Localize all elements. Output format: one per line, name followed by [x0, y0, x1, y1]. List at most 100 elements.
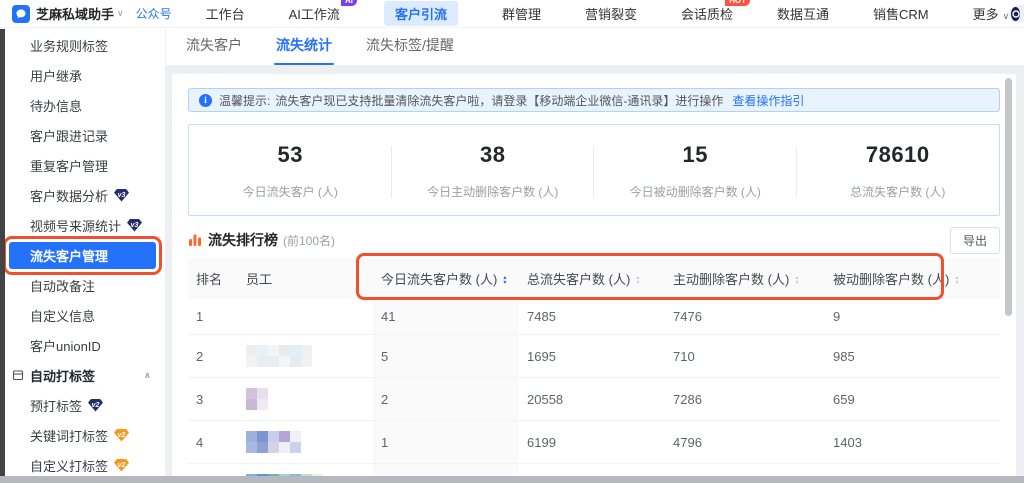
tab-churn-tags-reminder[interactable]: 流失标签/提醒 — [366, 35, 454, 65]
sidebar-item-pre-tagging[interactable]: 预打标签 v2 — [0, 390, 165, 420]
cell-passive-delete: 985 — [825, 334, 1000, 378]
sidebar-item-todo-info[interactable]: 待办信息 — [0, 90, 165, 120]
sidebar-item-follow-up-records[interactable]: 客户跟进记录 — [0, 120, 165, 150]
sidebar-item-business-rule-tags[interactable]: 业务规则标签 — [0, 30, 165, 60]
stat-value: 53 — [277, 142, 303, 167]
nav-item-ai-workflow[interactable]: AI工作流 AI — [289, 0, 357, 23]
ai-badge: AI — [340, 0, 357, 6]
col-rank: 排名 — [188, 258, 238, 299]
cell-total: 6199 — [519, 420, 665, 464]
censored-employee-avatar — [246, 431, 365, 453]
brand-caret-icon[interactable]: ∨ — [117, 8, 124, 19]
brand-logo-icon — [12, 4, 30, 23]
sidebar-item-user-inherit[interactable]: 用户继承 — [0, 60, 165, 90]
table-row: 2 5 1695 710 985 — [188, 334, 1000, 378]
cell-rank: 2 — [188, 334, 238, 378]
col-label: 被动删除客户数 (人) — [833, 272, 950, 287]
sidebar-item-keyword-tagging[interactable]: 关键词打标签 v2 — [0, 420, 165, 450]
sidebar-item-customer-data-analysis[interactable]: 客户数据分析 v3 — [0, 180, 165, 210]
ranking-header: 流失排行榜 (前100名) 导出 — [188, 226, 1000, 254]
cell-employee — [238, 377, 373, 421]
nav-label: 更多 — [972, 7, 999, 22]
stat-label: 今日被动删除客户数 (人) — [629, 185, 761, 199]
sort-icon[interactable]: ▲ ▼ — [954, 275, 960, 286]
sidebar-item-duplicate-customer[interactable]: 重复客户管理 — [0, 150, 165, 180]
body-layout: 业务规则标签 用户继承 待办信息 客户跟进记录 重复客户管理 客户数据分析 v3 … — [0, 28, 1024, 483]
sort-icon[interactable]: ▲ ▼ — [794, 275, 800, 286]
top-navbar: 芝麻私域助手 ∨ 公众号 工作台 AI工作流 AI 客户引流 群管理 营销裂变 会… — [0, 0, 1024, 28]
nav-item-chat-inspection[interactable]: 会话质检 HOT — [681, 0, 750, 23]
banner-guide-link[interactable]: 查看操作指引 — [732, 92, 804, 109]
censored-employee-avatar — [246, 345, 365, 367]
nav-item-more[interactable]: 更多 ∨ — [973, 4, 1010, 23]
cell-passive-delete: 9 — [825, 299, 1000, 335]
cell-active-delete: 710 — [665, 334, 825, 378]
nav-item-marketing-fission[interactable]: 营销裂变 — [585, 4, 637, 23]
stats-summary: 53 今日流失客户 (人) 38 今日主动删除客户数 (人) 15 今日被动删除… — [188, 124, 1000, 216]
cell-today: 2 — [373, 377, 519, 421]
censored-employee-avatar — [246, 388, 365, 410]
col-active-delete[interactable]: 主动删除客户数 (人) ▲ ▼ — [665, 258, 825, 299]
cell-rank: 4 — [188, 420, 238, 464]
sidebar-section-label: 自动打标签 — [30, 368, 96, 384]
stat-label: 今日主动删除客户数 (人) — [427, 185, 559, 199]
sidebar: 业务规则标签 用户继承 待办信息 客户跟进记录 重复客户管理 客户数据分析 v3 … — [0, 28, 166, 483]
stat-label: 今日流失客户 (人) — [242, 185, 338, 199]
cell-total: 1695 — [519, 334, 665, 378]
plan-logo-icon — [1011, 6, 1021, 21]
col-passive-delete[interactable]: 被动删除客户数 (人) ▲ ▼ — [825, 258, 1000, 299]
sidebar-section-auto-tagging[interactable]: 自动打标签 ∧ — [0, 360, 165, 390]
horizontal-scrollbar[interactable] — [0, 476, 1024, 483]
plan-badge[interactable]: 企业版 v3 — [1009, 4, 1024, 23]
sidebar-item-customer-unionid[interactable]: 客户unionID — [0, 330, 165, 360]
nav-item-group-management[interactable]: 群管理 — [502, 4, 541, 23]
sidebar-item-label: 预打标签 — [30, 398, 83, 414]
v2-gem-icon: v2 — [88, 398, 104, 412]
col-label: 今日流失客户数 (人) — [381, 272, 498, 287]
sidebar-item-video-source-stats[interactable]: 视频号来源统计 v3 — [0, 210, 165, 240]
cell-passive-delete: 659 — [825, 377, 1000, 421]
topbar-account-area: 企业版 v3 ∨ — [1009, 4, 1024, 24]
stat-value: 78610 — [865, 142, 930, 167]
table-row: 3 2 20558 7286 659 — [188, 377, 1000, 421]
account-type-link[interactable]: 公众号 — [136, 5, 172, 22]
sidebar-item-label: 关键词打标签 — [30, 428, 109, 444]
nav-item-customer-acquisition[interactable]: 客户引流 — [383, 1, 458, 26]
banner-text: 流失客户现已支持批量清除流失客户啦，请登录【移动端企业微信-通讯录】进行操作 — [275, 93, 724, 108]
export-button[interactable]: 导出 — [949, 226, 1000, 254]
sidebar-item-custom-info[interactable]: 自定义信息 — [0, 300, 165, 330]
stat-today-churn: 53 今日流失客户 (人) — [189, 142, 392, 200]
cell-today: 41 — [373, 299, 519, 335]
col-label: 总流失客户数 (人) — [527, 272, 631, 287]
app-window: 芝麻私域助手 ∨ 公众号 工作台 AI工作流 AI 客户引流 群管理 营销裂变 会… — [0, 0, 1024, 483]
cell-active-delete: 7476 — [665, 299, 825, 335]
sidebar-item-churn-customer-management[interactable]: 流失客户管理 — [3, 236, 162, 275]
stat-today-active-delete: 38 今日主动删除客户数 (人) — [392, 142, 595, 200]
content-area: i 温馨提示: 流失客户现已支持批量清除流失客户啦，请登录【移动端企业微信-通讯… — [166, 66, 1024, 483]
cell-total: 20558 — [519, 377, 665, 421]
nav-item-data-interchange[interactable]: 数据互通 — [777, 4, 829, 23]
table-header-row: 排名 员工 今日流失客户数 (人) ▲ ▼ 总流失客户数 (人) ▲ ▼ 主动删除客户数… — [188, 258, 1000, 299]
col-total-churn[interactable]: 总流失客户数 (人) ▲ ▼ — [519, 258, 665, 299]
tab-churn-statistics[interactable]: 流失统计 — [274, 35, 334, 65]
ranking-table-wrap: 排名 员工 今日流失客户数 (人) ▲ ▼ 总流失客户数 (人) ▲ ▼ 主动删除客户数… — [188, 253, 1000, 483]
left-scrollbar[interactable] — [0, 29, 5, 477]
nav-item-sales-crm[interactable]: 销售CRM — [873, 4, 929, 23]
content-card: i 温馨提示: 流失客户现已支持批量清除流失客户啦，请登录【移动端企业微信-通讯… — [172, 74, 1016, 483]
hot-badge: HOT — [725, 0, 750, 6]
vertical-scrollbar-thumb[interactable] — [1005, 78, 1012, 316]
sidebar-item-label: 客户数据分析 — [30, 188, 109, 204]
collapse-chevron-up-icon[interactable]: ∧ — [144, 370, 151, 381]
sidebar-item-auto-remark[interactable]: 自动改备注 — [0, 270, 165, 300]
nav-item-workbench[interactable]: 工作台 — [206, 4, 245, 23]
cell-employee — [238, 299, 373, 335]
main-nav: 工作台 AI工作流 AI 客户引流 群管理 营销裂变 会话质检 HOT 数据互通 销… — [206, 0, 1010, 26]
col-today-churn[interactable]: 今日流失客户数 (人) ▲ ▼ — [373, 258, 519, 299]
v3-gem-icon: v3 — [127, 218, 143, 232]
sort-icon[interactable]: ▲ ▼ — [502, 275, 508, 286]
sort-icon[interactable]: ▲ ▼ — [635, 275, 641, 286]
info-icon: i — [199, 93, 212, 107]
tab-churn-customers[interactable]: 流失客户 — [186, 35, 242, 65]
ranking-title: 流失排行榜 — [208, 232, 278, 248]
table-row: 4 1 6199 4796 1403 — [188, 420, 1000, 464]
